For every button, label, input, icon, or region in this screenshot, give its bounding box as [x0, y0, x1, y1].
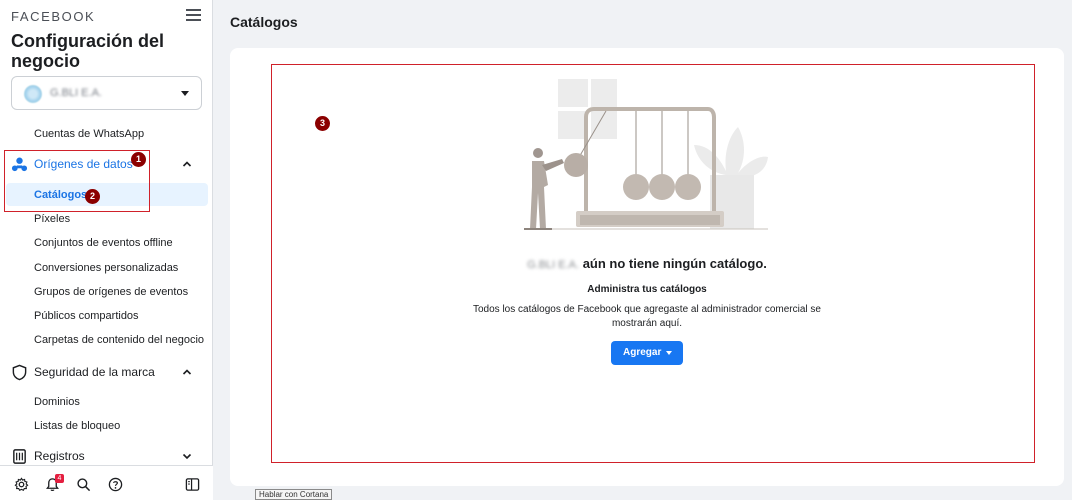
- toggle-sidebar-icon[interactable]: [185, 477, 200, 492]
- nav-section-brand-safety[interactable]: Seguridad de la marca: [11, 362, 201, 384]
- shield-icon: [12, 364, 27, 381]
- hamburger-menu-icon[interactable]: [186, 9, 201, 21]
- facebook-logo: FACEBOOK: [11, 9, 96, 24]
- notification-count-badge: 4: [55, 474, 64, 483]
- help-icon[interactable]: [108, 477, 123, 492]
- nav-item-domains[interactable]: Dominios: [34, 396, 80, 408]
- business-selector[interactable]: G.BLI E.A.: [11, 76, 202, 110]
- settings-gear-icon[interactable]: [14, 477, 29, 492]
- page-heading: Configuración del negocio: [11, 31, 164, 71]
- nav-item-content-folders[interactable]: Carpetas de contenido del negocio: [34, 334, 204, 346]
- registers-icon: [13, 449, 26, 464]
- annotation-marker-2: 2: [85, 189, 100, 204]
- nav-item-whatsapp[interactable]: Cuentas de WhatsApp: [34, 128, 144, 140]
- page-title: Catálogos: [230, 14, 298, 30]
- annotation-box-main: [271, 64, 1035, 463]
- annotation-marker-1: 1: [131, 152, 146, 167]
- nav-item-block-lists[interactable]: Listas de bloqueo: [34, 420, 120, 432]
- nav-item-offline-events[interactable]: Conjuntos de eventos offline: [34, 237, 173, 249]
- sidebar: FACEBOOK Configuración del negocio G.BLI…: [0, 0, 213, 500]
- chevron-up-icon: [182, 369, 192, 375]
- annotation-marker-3: 3: [315, 116, 330, 131]
- nav-section-registers[interactable]: Registros: [11, 446, 201, 465]
- nav-section-label: Registros: [34, 449, 85, 463]
- chevron-up-icon: [182, 161, 192, 167]
- caret-down-icon: [181, 91, 189, 96]
- search-icon[interactable]: [76, 477, 91, 492]
- annotation-box-sidebar: [4, 150, 150, 212]
- nav-section-label: Seguridad de la marca: [34, 365, 155, 379]
- nav-item-pixels[interactable]: Píxeles: [34, 213, 70, 225]
- business-name: G.BLI E.A.: [50, 87, 102, 99]
- business-avatar: [24, 85, 42, 103]
- sidebar-footer: [0, 465, 213, 500]
- nav-item-shared-audiences[interactable]: Públicos compartidos: [34, 310, 139, 322]
- cortana-tooltip: Hablar con Cortana: [255, 489, 333, 500]
- chevron-down-icon: [182, 453, 192, 460]
- nav-item-event-source-groups[interactable]: Grupos de orígenes de eventos: [34, 286, 188, 298]
- nav-item-custom-conversions[interactable]: Conversiones personalizadas: [34, 262, 178, 274]
